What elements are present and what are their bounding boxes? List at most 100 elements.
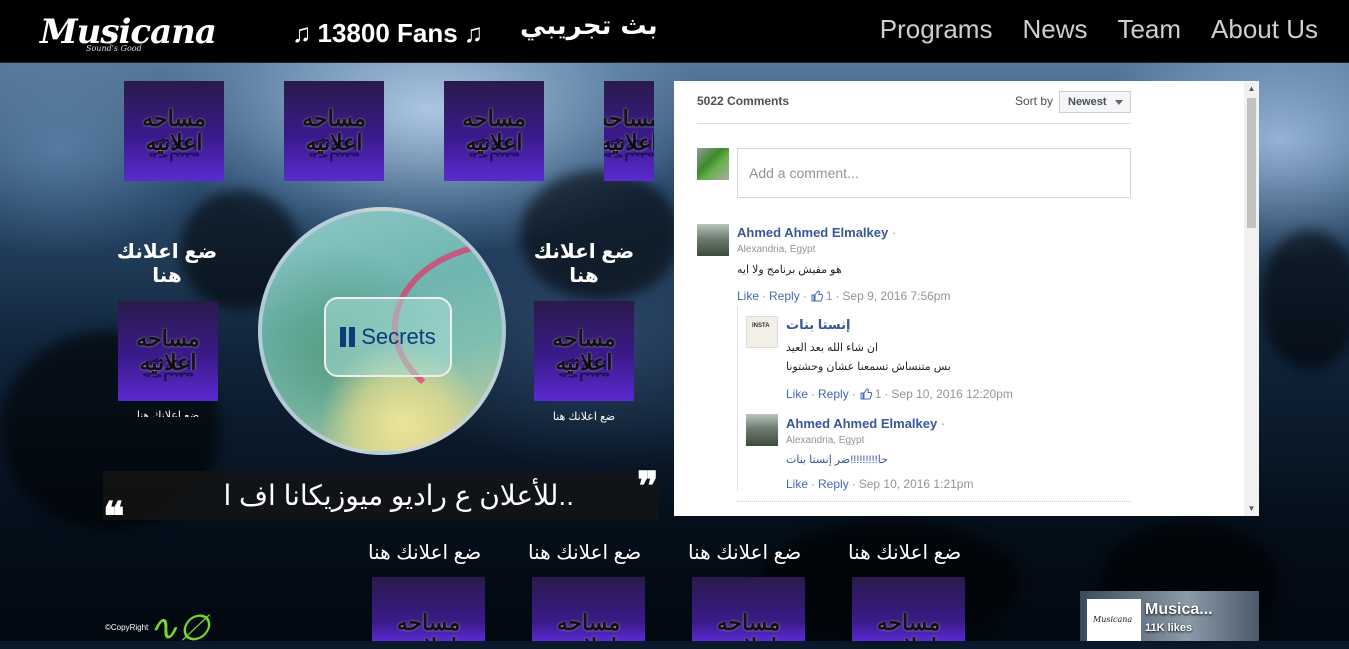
comment-author-name[interactable]: Ahmed Ahmed Elmalkey: [786, 416, 937, 431]
comment-body: ان شاء الله بعد العيد: [786, 342, 878, 354]
reply-link[interactable]: Reply: [818, 477, 849, 491]
fb-page-name[interactable]: Musica...: [1145, 601, 1213, 619]
ad-banner[interactable]: مساحه اعلانيه: [532, 577, 645, 641]
place-ad-small-label: ضع اعلانك هنا: [552, 411, 616, 423]
ad-banner[interactable]: مساحه اعلانيه مساحه اعلانيه: [118, 301, 218, 401]
place-ad-small-label: ضع اعلانك هنا: [136, 410, 200, 417]
comment-input[interactable]: Add a comment...: [737, 148, 1131, 198]
comment-date[interactable]: Sep 9, 2016 7:56pm: [842, 289, 950, 303]
sort-dropdown[interactable]: Newest: [1059, 91, 1131, 113]
comment-location: Alexandria, Egypt: [786, 435, 865, 446]
comment-body: هو مفيش برنامج ولا ايه: [737, 264, 842, 276]
music-note-icon: ♫: [463, 18, 484, 48]
nav-about-us[interactable]: About Us: [1211, 14, 1318, 45]
close-quote-icon: ❞: [637, 463, 659, 510]
place-ad-label: ضع اعلانك هنا: [368, 542, 482, 564]
comment-body: بس متنساش تسمعنا عشان وحشتونا: [786, 361, 951, 373]
scrollbar-thumb[interactable]: [1247, 98, 1256, 228]
comments-header: 5022 Comments Sort by Newest: [697, 91, 1131, 124]
place-ad-label: ضع اعلانك هنا: [533, 241, 635, 287]
ad-banner-reflection: مساحه اعلانيه: [148, 137, 200, 163]
music-note-icon: ♫: [292, 18, 312, 48]
fb-page-likes: 11K likes: [1145, 622, 1193, 634]
place-ad-label: ضع اعلانك هنا: [848, 542, 962, 564]
fans-count: 13800 Fans: [317, 18, 458, 48]
pause-button[interactable]: Secrets: [324, 297, 452, 377]
ad-quote-banner: ❝ ❞ ..للأعلان ع راديو ميوزيكانا اف ا: [103, 467, 659, 537]
reply-link[interactable]: Reply: [818, 387, 849, 401]
chevron-down-icon: [1115, 100, 1123, 105]
ad-banner-reflection: مساحه اعلانيه: [308, 137, 360, 163]
like-count: 1: [825, 289, 833, 303]
top-navbar: Musicana Sound's Good ♫ 13800 Fans ♫ بث …: [0, 0, 1349, 63]
avatar[interactable]: [746, 414, 778, 446]
ad-banner[interactable]: مساحه اعلانيه مساحه اعلانيه: [124, 81, 224, 181]
ad-banner[interactable]: مساحه اعلانيه مساحه اعلانيه: [284, 81, 384, 181]
nav-news[interactable]: News: [1022, 14, 1087, 45]
comments-scrollbar[interactable]: ▲ ▼: [1244, 81, 1259, 516]
ad-banner-text: مساحه اعلانيه: [556, 610, 621, 641]
pause-icon: [340, 327, 356, 347]
thumbs-up-icon: [811, 290, 823, 302]
comment-author[interactable]: Ahmed Ahmed Elmalkey ·: [786, 416, 945, 431]
site-logo[interactable]: Musicana Sound's Good: [40, 8, 270, 56]
ad-banner[interactable]: مساحه اعلانيه مساحه اعلانيه: [534, 301, 634, 401]
live-broadcast-label[interactable]: بث تجريبي: [520, 11, 658, 41]
avatar[interactable]: INSTA: [746, 316, 778, 348]
thumbs-up-icon: [860, 388, 872, 400]
ad-banner[interactable]: مساحه اعلانيه مساحه اعلانيه: [604, 81, 654, 181]
avatar-text: INSTA: [752, 323, 770, 329]
ad-banner[interactable]: مساحه اعلانيه: [852, 577, 965, 641]
reply-link[interactable]: Reply: [769, 289, 800, 303]
comment-author[interactable]: إنستا بنات: [786, 317, 851, 333]
nav-team[interactable]: Team: [1117, 14, 1181, 45]
ad-banner[interactable]: مساحه اعلانيه: [372, 577, 485, 641]
divider: [737, 501, 1131, 503]
ad-banner[interactable]: مساحه اعلانيه: [692, 577, 805, 641]
sort-value: Newest: [1068, 96, 1107, 108]
comment-actions: Like · Reply · Sep 10, 2016 1:21pm: [786, 477, 974, 491]
avatar[interactable]: [697, 224, 729, 256]
ad-quote-text: ..للأعلان ع راديو ميوزيكانا اف ا: [223, 480, 574, 511]
place-ad-label: ضع اعلانك هنا: [688, 542, 802, 564]
ad-banner-reflection: مساحه اعلانيه: [604, 137, 654, 163]
page-thumbnail[interactable]: Musicana: [1087, 599, 1141, 641]
ad-banner-text: مساحه اعلانيه: [396, 610, 461, 641]
ad-banner[interactable]: مساحه اعلانيه مساحه اعلانيه: [444, 81, 544, 181]
place-ad-label: ضع اعلانك هنا: [116, 241, 218, 287]
place-ad-label: ضع اعلانك هنا: [528, 542, 642, 564]
like-link[interactable]: Like: [737, 289, 759, 303]
comment-actions: Like · Reply · 1 · Sep 10, 2016 12:20pm: [786, 387, 1013, 401]
scroll-down-icon[interactable]: ▼: [1244, 501, 1259, 516]
nav-programs[interactable]: Programs: [880, 14, 993, 45]
comment-body: حا!!!!!!!!!ضر إنستا بنات: [786, 454, 888, 466]
copyright-text: ©CopyRight: [105, 623, 149, 632]
like-count: 1: [874, 387, 882, 401]
like-link[interactable]: Like: [786, 387, 808, 401]
ad-banner-text: مساحه اعلانيه: [716, 610, 781, 641]
facebook-page-widget[interactable]: Musicana Musica... 11K likes: [1080, 591, 1259, 641]
ad-banner-reflection: مساحه اعلانيه: [468, 137, 520, 163]
like-link[interactable]: Like: [786, 477, 808, 491]
comment-author[interactable]: Ahmed Ahmed Elmalkey ·: [737, 225, 896, 240]
open-quote-icon: ❝: [103, 493, 125, 540]
comment-author-name[interactable]: Ahmed Ahmed Elmalkey: [737, 225, 888, 240]
ad-banner-reflection: مساحه اعلانيه: [142, 357, 194, 383]
current-user-avatar: [697, 148, 729, 180]
page-thumbnail-text: Musicana: [1093, 615, 1133, 624]
comments-count: 5022 Comments: [697, 94, 790, 108]
ad-banner-text: مساحه اعلانيه: [876, 610, 941, 641]
radio-player: Secrets: [258, 207, 506, 455]
comment-date[interactable]: Sep 10, 2016 12:20pm: [891, 387, 1012, 401]
fans-counter: ♫ 13800 Fans ♫: [292, 18, 483, 49]
footer-logo-icon: ∿∅: [148, 608, 210, 649]
ad-banner-reflection: مساحه اعلانيه: [558, 357, 610, 383]
facebook-comments-panel: 5022 Comments Sort by Newest Add a comme…: [674, 81, 1259, 516]
scroll-up-icon[interactable]: ▲: [1244, 81, 1259, 96]
separator-dot: ·: [940, 416, 946, 431]
comment-actions: Like · Reply · 1 · Sep 9, 2016 7:56pm: [737, 289, 951, 303]
separator-dot: ·: [891, 225, 897, 240]
sort-label: Sort by: [1014, 94, 1053, 108]
reply-thread-line: [737, 306, 738, 491]
comment-date[interactable]: Sep 10, 2016 1:21pm: [859, 477, 974, 491]
